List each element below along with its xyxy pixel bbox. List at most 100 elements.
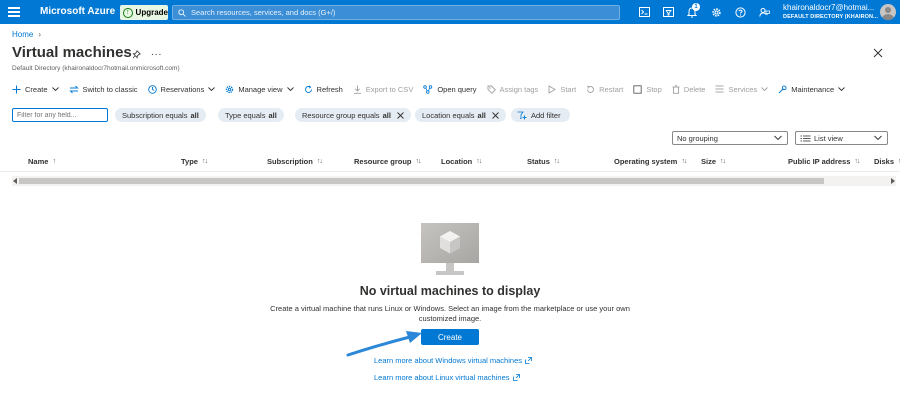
services-menu-button[interactable]: Services — [715, 84, 769, 94]
create-label: Create — [25, 84, 48, 94]
restart-icon — [587, 85, 595, 93]
switch-to-classic-label: Switch to classic — [82, 84, 138, 94]
column-header-subscription[interactable]: Subscription ↑↓ — [267, 157, 323, 166]
plus-icon — [12, 85, 21, 93]
brand-name[interactable]: Microsoft Azure — [40, 6, 115, 17]
directory-filter-icon[interactable] — [656, 5, 680, 19]
settings-icon[interactable] — [704, 5, 728, 19]
add-filter-button[interactable]: Add filter — [511, 108, 570, 122]
view-dropdown[interactable]: List view — [795, 131, 888, 145]
hamburger-menu-icon[interactable] — [8, 7, 20, 17]
list-icon — [715, 85, 724, 93]
column-header-disks[interactable]: Disks↑↓ — [874, 157, 900, 166]
reservations-label: Reservations — [160, 84, 205, 94]
add-filter-icon — [517, 111, 527, 119]
scrollbar-thumb[interactable] — [19, 178, 824, 184]
directory-subtitle: Default Directory (khaironaldocr7hotmail… — [12, 65, 180, 72]
chevron-down-icon — [51, 86, 59, 91]
column-label: Operating system — [614, 157, 678, 166]
type-filter-pill[interactable]: Type equals all — [218, 108, 284, 122]
feedback-icon[interactable] — [752, 5, 776, 19]
column-label: Public IP address — [788, 157, 851, 166]
close-icon[interactable] — [873, 48, 885, 60]
sort-arrows-icon: ↑↓ — [854, 158, 860, 165]
help-icon[interactable] — [728, 5, 752, 19]
restart-label: Restart — [599, 84, 624, 94]
top-navigation-bar: Microsoft Azure ↑ Upgrade Search resourc… — [0, 0, 900, 24]
notifications-icon[interactable]: 1 — [680, 3, 704, 19]
subscription-filter-value: all — [190, 110, 199, 120]
breadcrumb-home-link[interactable]: Home — [12, 30, 33, 39]
sort-arrows-icon: ↑↓ — [201, 158, 208, 165]
clock-icon — [147, 84, 157, 94]
chevron-down-icon — [874, 135, 882, 141]
column-header-name[interactable]: Name ↑ — [28, 157, 56, 166]
filter-input[interactable] — [12, 108, 108, 122]
column-header-public-ip[interactable]: Public IP address ↑↓ — [788, 157, 860, 166]
reservations-button[interactable]: Reservations — [147, 84, 216, 94]
column-header-size[interactable]: Size ↑↓ — [701, 157, 726, 166]
grouping-value: No grouping — [677, 133, 718, 143]
table-header-divider — [0, 171, 900, 172]
upgrade-label: Upgrade — [135, 8, 168, 17]
sort-arrows-icon: ↑↓ — [553, 158, 560, 165]
scroll-right-icon[interactable] — [891, 178, 895, 184]
delete-button[interactable]: Delete — [672, 84, 705, 94]
refresh-label: Refresh — [316, 84, 343, 94]
sort-arrow-icon: ↑ — [52, 158, 55, 165]
stop-button[interactable]: Stop — [633, 84, 662, 94]
remove-filter-icon[interactable] — [492, 111, 499, 119]
cloud-shell-icon[interactable] — [632, 5, 656, 19]
manage-view-button[interactable]: Manage view — [225, 84, 294, 94]
create-menu-button[interactable]: Create — [12, 85, 59, 94]
subscription-filter-pill[interactable]: Subscription equals all — [115, 108, 206, 122]
start-button[interactable]: Start — [548, 85, 576, 94]
account-menu[interactable]: khaironaldocr7@hotmai... DEFAULT DIRECTO… — [783, 3, 878, 21]
resource-group-filter-pill[interactable]: Resource group equals all — [295, 108, 411, 122]
start-label: Start — [560, 84, 577, 94]
chevron-down-icon — [761, 86, 769, 91]
upgrade-button[interactable]: ↑ Upgrade — [120, 5, 168, 20]
view-value: List view — [814, 133, 843, 143]
stop-icon — [633, 84, 642, 94]
pin-icon[interactable] — [132, 50, 141, 61]
column-header-location[interactable]: Location ↑↓ — [441, 157, 482, 166]
add-filter-label: Add filter — [531, 110, 561, 120]
remove-filter-icon[interactable] — [397, 111, 404, 119]
empty-state-description: Create a virtual machine that runs Linux… — [270, 304, 630, 323]
column-header-type[interactable]: Type ↑↓ — [181, 157, 208, 166]
avatar[interactable] — [880, 4, 896, 20]
horizontal-scrollbar[interactable] — [12, 176, 896, 186]
column-header-status[interactable]: Status ↑↓ — [527, 157, 560, 166]
trash-icon — [672, 84, 680, 94]
export-csv-button[interactable]: Export to CSV — [353, 85, 413, 94]
search-placeholder: Search resources, services, and docs (G+… — [191, 8, 336, 17]
services-label: Services — [728, 84, 758, 94]
download-icon — [353, 85, 361, 94]
page-title: Virtual machines — [12, 44, 132, 61]
column-header-resource-group[interactable]: Resource group ↑↓ — [354, 157, 422, 166]
learn-linux-label: Learn more about Linux virtual machines — [374, 373, 510, 382]
column-label: Status — [527, 157, 550, 166]
global-search-input[interactable]: Search resources, services, and docs (G+… — [172, 5, 620, 20]
grouping-dropdown[interactable]: No grouping — [672, 131, 788, 145]
sort-arrows-icon: ↑↓ — [415, 158, 422, 165]
manage-view-label: Manage view — [238, 84, 283, 94]
restart-button[interactable]: Restart — [586, 85, 623, 94]
assign-tags-button[interactable]: Assign tags — [487, 85, 538, 94]
location-filter-pill[interactable]: Location equals all — [415, 108, 506, 122]
open-query-button[interactable]: Open query — [423, 85, 477, 94]
column-label: Name — [28, 157, 49, 166]
more-options-button[interactable]: ... — [151, 47, 162, 58]
column-header-operating-system[interactable]: Operating system ↑↓ — [614, 157, 687, 166]
maintenance-label: Maintenance — [791, 84, 835, 94]
create-vm-button[interactable]: Create — [421, 329, 479, 345]
account-directory: DEFAULT DIRECTORY (KHAIRON... — [783, 14, 878, 20]
maintenance-menu-button[interactable]: Maintenance — [778, 84, 846, 94]
refresh-button[interactable]: Refresh — [304, 85, 343, 94]
column-label: Type — [181, 157, 198, 166]
column-label: Disks — [874, 157, 895, 166]
learn-linux-link[interactable]: Learn more about Linux virtual machines — [374, 373, 520, 382]
switch-to-classic-button[interactable]: Switch to classic — [68, 84, 138, 94]
scroll-left-icon[interactable] — [13, 178, 17, 184]
